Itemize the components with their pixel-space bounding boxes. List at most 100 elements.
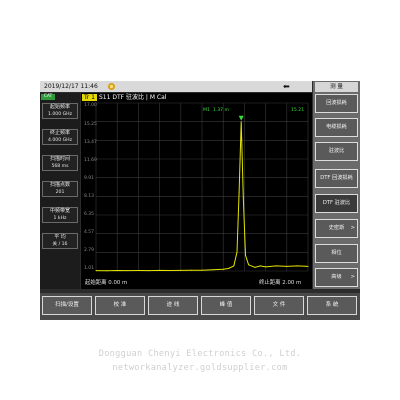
trace-point: [286, 265, 288, 267]
trace-point: [137, 269, 139, 271]
analyzer-screen: 2019/12/17 11:46 ⬅ CAT 起始频率 1.000 GHz 终止…: [40, 81, 360, 320]
trace-point: [265, 266, 267, 268]
param-label: 扫描时间: [49, 156, 70, 162]
sweep-setup-button[interactable]: 扫描/设置: [42, 296, 92, 315]
trace-point: [116, 269, 118, 271]
peak-button[interactable]: 峰 值: [201, 296, 251, 315]
y-tick-label: 1.01: [84, 266, 95, 271]
param-value: 1 kHz: [53, 216, 67, 221]
y-tick-label: 4.57: [84, 230, 95, 235]
trace-point: [180, 269, 182, 271]
y-tick-label: 15.25: [84, 122, 97, 127]
datetime: 2019/12/17 11:46: [44, 83, 98, 90]
watermark-company: Dongguan Chenyi Electronics Co., Ltd.: [98, 349, 302, 359]
trace-point: [238, 191, 240, 193]
trace-point: [201, 269, 203, 271]
menu-smith-button[interactable]: 史密斯 >: [315, 219, 358, 238]
menu-item-label: 史密斯: [328, 225, 345, 231]
menu-vswr-button[interactable]: 驻波比: [315, 142, 358, 161]
menu-dtf-vswr-button[interactable]: DTF 驻波比: [315, 194, 358, 213]
menu-cable-loss-button[interactable]: 电缆损耗: [315, 118, 358, 137]
param-sweep-time[interactable]: 扫描时间 568 ms: [42, 155, 78, 171]
menu-item-label: 电缆损耗: [326, 124, 347, 130]
param-value: 4.000 GHz: [47, 138, 73, 143]
trace-point: [222, 268, 224, 270]
trace-point: [240, 121, 242, 123]
param-value: 1.000 GHz: [47, 112, 73, 117]
param-label: 终止频率: [49, 130, 70, 136]
x-start: 起始距离 0.00 m: [85, 278, 127, 286]
param-label: 中频带宽: [49, 208, 70, 214]
trace-button[interactable]: 迹 线: [148, 296, 198, 315]
submenu-arrow-icon: >: [350, 225, 355, 231]
trace-point: [228, 267, 229, 269]
x-start-value: 0.00 m: [108, 280, 128, 286]
y-tick-label: 17.00: [84, 103, 97, 108]
y-tick-label: 11.69: [84, 158, 97, 163]
y-tick-label: 2.79: [84, 248, 95, 253]
y-tick-label: 6.35: [84, 212, 95, 217]
y-tick-label: 9.91: [84, 176, 95, 181]
calibrate-button[interactable]: 校 准: [95, 296, 145, 315]
mode-badge: CAT: [41, 94, 55, 100]
trace-point: [244, 254, 246, 256]
status-bar: 2019/12/17 11:46 ⬅: [40, 81, 312, 92]
trace-title: Tr 1 S11 DTF 驻波比 | M Cal: [82, 94, 166, 102]
param-label: 起始频率: [49, 104, 70, 110]
plot-area[interactable]: Tr 1 S11 DTF 驻波比 | M Cal 17.00 15.25 13.4…: [81, 93, 312, 289]
measure-menu: 测 量 回波损耗 电缆损耗 驻波比 DTF 回波损耗 DTF 驻波比 史密斯 > …: [313, 81, 360, 289]
app-logo-icon: [107, 82, 116, 91]
marker-name: M1: [203, 108, 210, 113]
trace-point: [275, 265, 277, 267]
marker-m1-icon: [238, 115, 244, 121]
param-value: 201: [55, 190, 65, 195]
param-value: 568 ms: [51, 164, 69, 169]
marker-value: 15.21: [291, 108, 305, 113]
param-average[interactable]: 平 均 关 / 16: [42, 233, 78, 249]
trace-point: [236, 251, 238, 253]
trace-point: [233, 265, 235, 267]
submenu-arrow-icon: >: [350, 274, 355, 280]
param-if-bandwidth[interactable]: 中频带宽 1 kHz: [42, 207, 78, 223]
trace-point: [242, 197, 244, 199]
menu-item-label: DTF 回波损耗: [320, 175, 353, 181]
param-sweep-points[interactable]: 扫描点数 201: [42, 181, 78, 197]
param-stop-freq[interactable]: 终止频率 4.000 GHz: [42, 129, 78, 145]
trace-point: [127, 270, 129, 272]
trace-point: [95, 270, 97, 272]
menu-advanced-button[interactable]: 高级 >: [315, 268, 358, 287]
trace-badge[interactable]: Tr 1: [82, 94, 97, 101]
x-end-value: 2.00 m: [282, 280, 302, 286]
trace-point: [190, 269, 192, 271]
menu-return-loss-button[interactable]: 回波损耗: [315, 94, 358, 113]
trace-point: [212, 269, 214, 271]
param-label: 扫描点数: [49, 182, 70, 188]
menu-title: 测 量: [315, 82, 358, 92]
trace-point: [169, 269, 171, 271]
menu-item-label: DTF 驻波比: [322, 200, 351, 206]
trace-point: [254, 266, 256, 268]
parameter-panel: CAT 起始频率 1.000 GHz 终止频率 4.000 GHz 扫描时间 5…: [40, 93, 80, 289]
trace-point: [148, 270, 150, 272]
y-tick-label: 13.47: [84, 140, 97, 145]
x-end: 终止距离 2.00 m: [259, 278, 301, 286]
trace-point: [259, 265, 261, 267]
marker-readout: M1 1.37 m: [203, 108, 229, 113]
menu-item-label: 高级: [331, 274, 342, 280]
marker-position: 1.37 m: [212, 108, 229, 113]
file-button[interactable]: 文 件: [254, 296, 304, 315]
y-tick-label: 8.13: [84, 194, 95, 199]
menu-dtf-return-loss-button[interactable]: DTF 回波损耗: [315, 169, 358, 188]
system-button[interactable]: 系 统: [307, 296, 357, 315]
menu-phase-button[interactable]: 相位: [315, 244, 358, 263]
param-start-freq[interactable]: 起始频率 1.000 GHz: [42, 103, 78, 119]
trace-point: [307, 265, 309, 267]
trace-description: S11 DTF 驻波比 | M Cal: [98, 94, 167, 101]
param-label: 平 均: [54, 234, 66, 240]
trace-point: [248, 264, 250, 266]
menu-item-label: 驻波比: [328, 148, 345, 154]
bottom-softkeys: 扫描/设置 校 准 迹 线 峰 值 文 件 系 统: [40, 293, 360, 320]
x-end-label: 终止距离: [259, 280, 281, 286]
trace-point: [296, 265, 298, 267]
trace-point: [106, 270, 108, 272]
